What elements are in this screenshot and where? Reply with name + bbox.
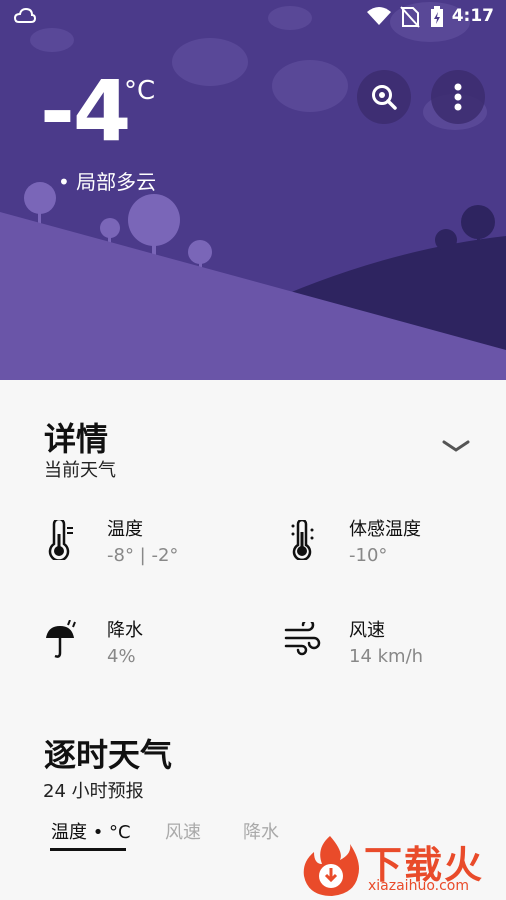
details-card: 详情 当前天气 温度 -8° | -2° 体感温度 -10° 降水 4% 风速 … (0, 380, 506, 900)
tab-temperature[interactable]: 温度 • °C (51, 818, 131, 844)
temperature-unit: °C (124, 76, 156, 106)
detail-temperature-value: -8° | -2° (107, 545, 179, 566)
wind-icon (284, 618, 322, 660)
weather-condition: 局部多云 (58, 166, 156, 195)
active-tab-indicator (50, 848, 126, 851)
details-title: 详情 (44, 420, 109, 458)
no-sim-icon (400, 6, 420, 32)
tab-wind-speed[interactable]: 风速 (165, 818, 201, 844)
watermark: 下载火 xiazaihuo.com (300, 832, 506, 900)
watermark-url: xiazaihuo.com (368, 878, 469, 894)
detail-temperature-label: 温度 (107, 519, 143, 540)
details-subtitle: 当前天气 (44, 460, 116, 481)
chevron-down-icon (442, 440, 470, 452)
current-temperature: -4 (40, 62, 131, 160)
more-vertical-icon (454, 83, 462, 111)
detail-precipitation-value: 4% (107, 646, 136, 667)
weather-hero: 4:17 -4 °C 局部多云 (0, 0, 506, 380)
feels-like-thermometer-icon (288, 518, 318, 564)
status-bar: 4:17 (0, 0, 506, 34)
hourly-title: 逐时天气 (44, 736, 173, 774)
search-location-icon (372, 85, 397, 110)
detail-wind-value: 14 km/h (349, 646, 424, 667)
battery-charging-icon (430, 6, 444, 32)
more-options-button[interactable] (431, 70, 485, 124)
flame-logo-icon (303, 836, 359, 896)
hourly-subtitle: 24 小时预报 (43, 781, 144, 802)
detail-wind-label: 风速 (349, 620, 385, 641)
thermometer-icon (46, 517, 76, 564)
detail-precipitation-label: 降水 (107, 620, 143, 641)
expand-details-button[interactable] (440, 436, 472, 460)
status-time: 4:17 (451, 6, 494, 26)
detail-feels-like-value: -10° (349, 545, 388, 566)
wifi-icon (366, 6, 392, 30)
umbrella-rain-icon (44, 619, 78, 664)
search-location-button[interactable] (357, 70, 411, 124)
detail-feels-like-label: 体感温度 (349, 519, 421, 540)
cloud-notification-icon (13, 6, 37, 30)
tab-precipitation[interactable]: 降水 (243, 818, 279, 844)
